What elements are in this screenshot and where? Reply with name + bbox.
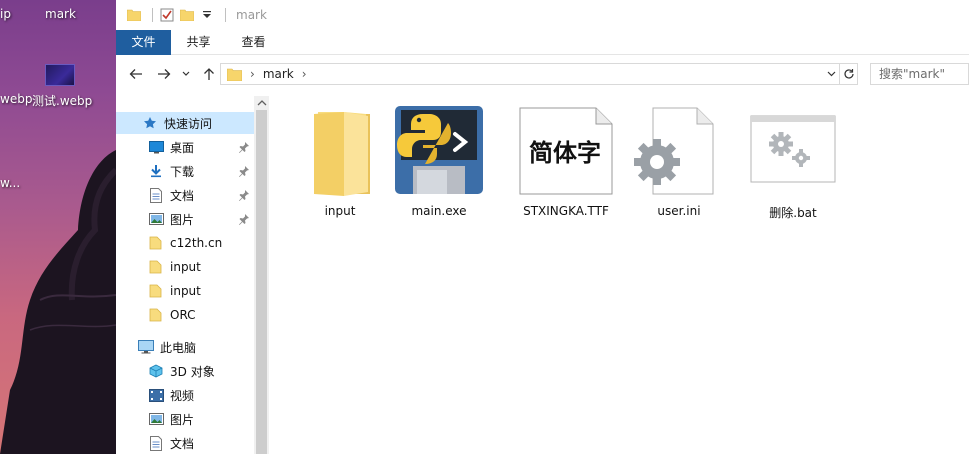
address-dropdown-icon[interactable] [823,64,839,84]
nav-item-pc-documents[interactable]: 文档 [116,432,254,454]
scroll-up-arrow-icon[interactable] [257,98,267,108]
pin-icon[interactable] [238,141,250,153]
picture-icon [148,211,164,227]
nav-item-pictures[interactable]: 图片 [116,208,254,230]
file-item[interactable]: input [290,106,390,218]
properties-check-icon[interactable] [159,7,175,23]
nav-label: 3D 对象 [170,364,215,379]
file-explorer-window: mark 文件 主页 共享 查看 › mark › [116,0,969,454]
separator [152,8,153,22]
folder-icon [292,106,388,202]
pin-icon[interactable] [238,189,250,201]
document-icon [148,435,164,451]
python-exe-icon [391,106,487,202]
folder-icon [148,283,164,299]
desktop-label-ip[interactable]: ip [0,7,11,21]
nav-label: input [170,260,201,274]
file-item[interactable]: 删除.bat [743,106,843,221]
window-title: mark [236,8,267,22]
desktop-webp-thumbnail[interactable] [45,64,75,86]
nav-label: 图片 [170,412,195,427]
file-item[interactable]: 简体字 STXINGKA.TTF [516,106,616,218]
nav-item-3d-objects[interactable]: 3D 对象 [116,360,254,382]
nav-label: c12th.cn [170,236,223,250]
nav-label: 图片 [170,212,195,227]
navigation-pane: 快速访问 桌面 下载 文档 图片 c12th.cn input input OR… [116,96,269,454]
folder-icon [148,259,164,275]
customize-dropdown-icon[interactable] [199,7,215,23]
up-arrow-icon[interactable] [199,64,219,84]
video-icon [148,387,164,403]
nav-label: 桌面 [170,140,195,155]
tab-file[interactable]: 文件 [116,30,171,55]
title-bar: mark [116,0,969,30]
pin-icon[interactable] [238,213,250,225]
forward-arrow-icon[interactable] [154,64,174,84]
nav-item-pc-pictures[interactable]: 图片 [116,408,254,430]
nav-item-videos[interactable]: 视频 [116,384,254,406]
folder-icon [148,235,164,251]
nav-label: ORC [170,308,196,322]
picture-icon [148,411,164,427]
nav-quick-access[interactable]: 快速访问 [116,112,254,134]
nav-label: input [170,284,201,298]
settings-file-icon [631,106,727,202]
nav-scrollbar-thumb[interactable] [256,110,267,454]
nav-label: 快速访问 [164,116,213,131]
batch-file-icon [745,106,841,202]
nav-item-downloads[interactable]: 下载 [116,160,254,182]
tab-share[interactable]: 共享 [171,30,226,54]
nav-label: 此电脑 [160,340,197,355]
nav-item-input-1[interactable]: input [116,256,254,278]
nav-item-desktop[interactable]: 桌面 [116,136,254,158]
refresh-icon[interactable] [840,63,858,85]
desktop-label-mark[interactable]: mark [45,7,76,21]
desktop-label-webp[interactable]: webp [0,92,32,106]
nav-label: 文档 [170,436,195,451]
desktop-label-truncated[interactable]: w... [0,176,20,190]
breadcrumb-chevron-icon[interactable]: › [250,67,255,81]
nav-this-pc[interactable]: 此电脑 [116,336,254,358]
cube-3d-icon [148,363,164,379]
new-folder-icon[interactable] [179,7,195,23]
nav-item-c12th[interactable]: c12th.cn [116,232,254,254]
nav-label: 下载 [170,164,195,179]
file-name: main.exe [411,204,467,218]
file-item[interactable]: main.exe [389,106,489,218]
nav-item-documents[interactable]: 文档 [116,184,254,206]
desktop-background: ip mark webp 测试.webp w... [0,0,116,454]
file-item[interactable]: user.ini [629,106,729,218]
desktop-label-test-webp[interactable]: 测试.webp [32,92,92,109]
download-arrow-icon [148,163,164,179]
folder-icon[interactable] [126,7,142,23]
nav-label: 文档 [170,188,195,203]
document-icon [148,187,164,203]
nav-item-orc[interactable]: ORC [116,304,254,326]
back-arrow-icon[interactable] [126,64,146,84]
font-preview-text: 简体字 [529,138,601,167]
address-bar[interactable]: › mark › [220,63,840,85]
address-row: › mark › 搜索"mark" [116,60,969,88]
recent-locations-chevron-icon[interactable] [176,64,196,84]
separator [225,8,226,22]
file-name: user.ini [657,204,701,218]
breadcrumb-chevron-icon[interactable]: › [302,67,307,81]
tab-view[interactable]: 查看 [226,30,281,54]
file-name: STXINGKA.TTF [523,204,609,218]
ribbon-tabs: 文件 主页 共享 查看 [116,30,969,55]
file-name: input [324,204,356,218]
search-input[interactable]: 搜索"mark" [870,63,969,85]
folder-icon [148,307,164,323]
file-list: input main.exe 简体字 STXINGKA.TTF user.ini… [286,96,969,454]
pin-icon[interactable] [238,165,250,177]
computer-icon [138,339,154,355]
nav-item-input-2[interactable]: input [116,280,254,302]
breadcrumb-segment-mark[interactable]: mark [263,67,294,81]
star-icon [142,115,158,131]
nav-label: 视频 [170,388,195,403]
file-name: 删除.bat [769,206,817,220]
desktop-icon [148,139,164,155]
font-file-icon: 简体字 [518,106,614,202]
folder-icon [227,68,242,81]
